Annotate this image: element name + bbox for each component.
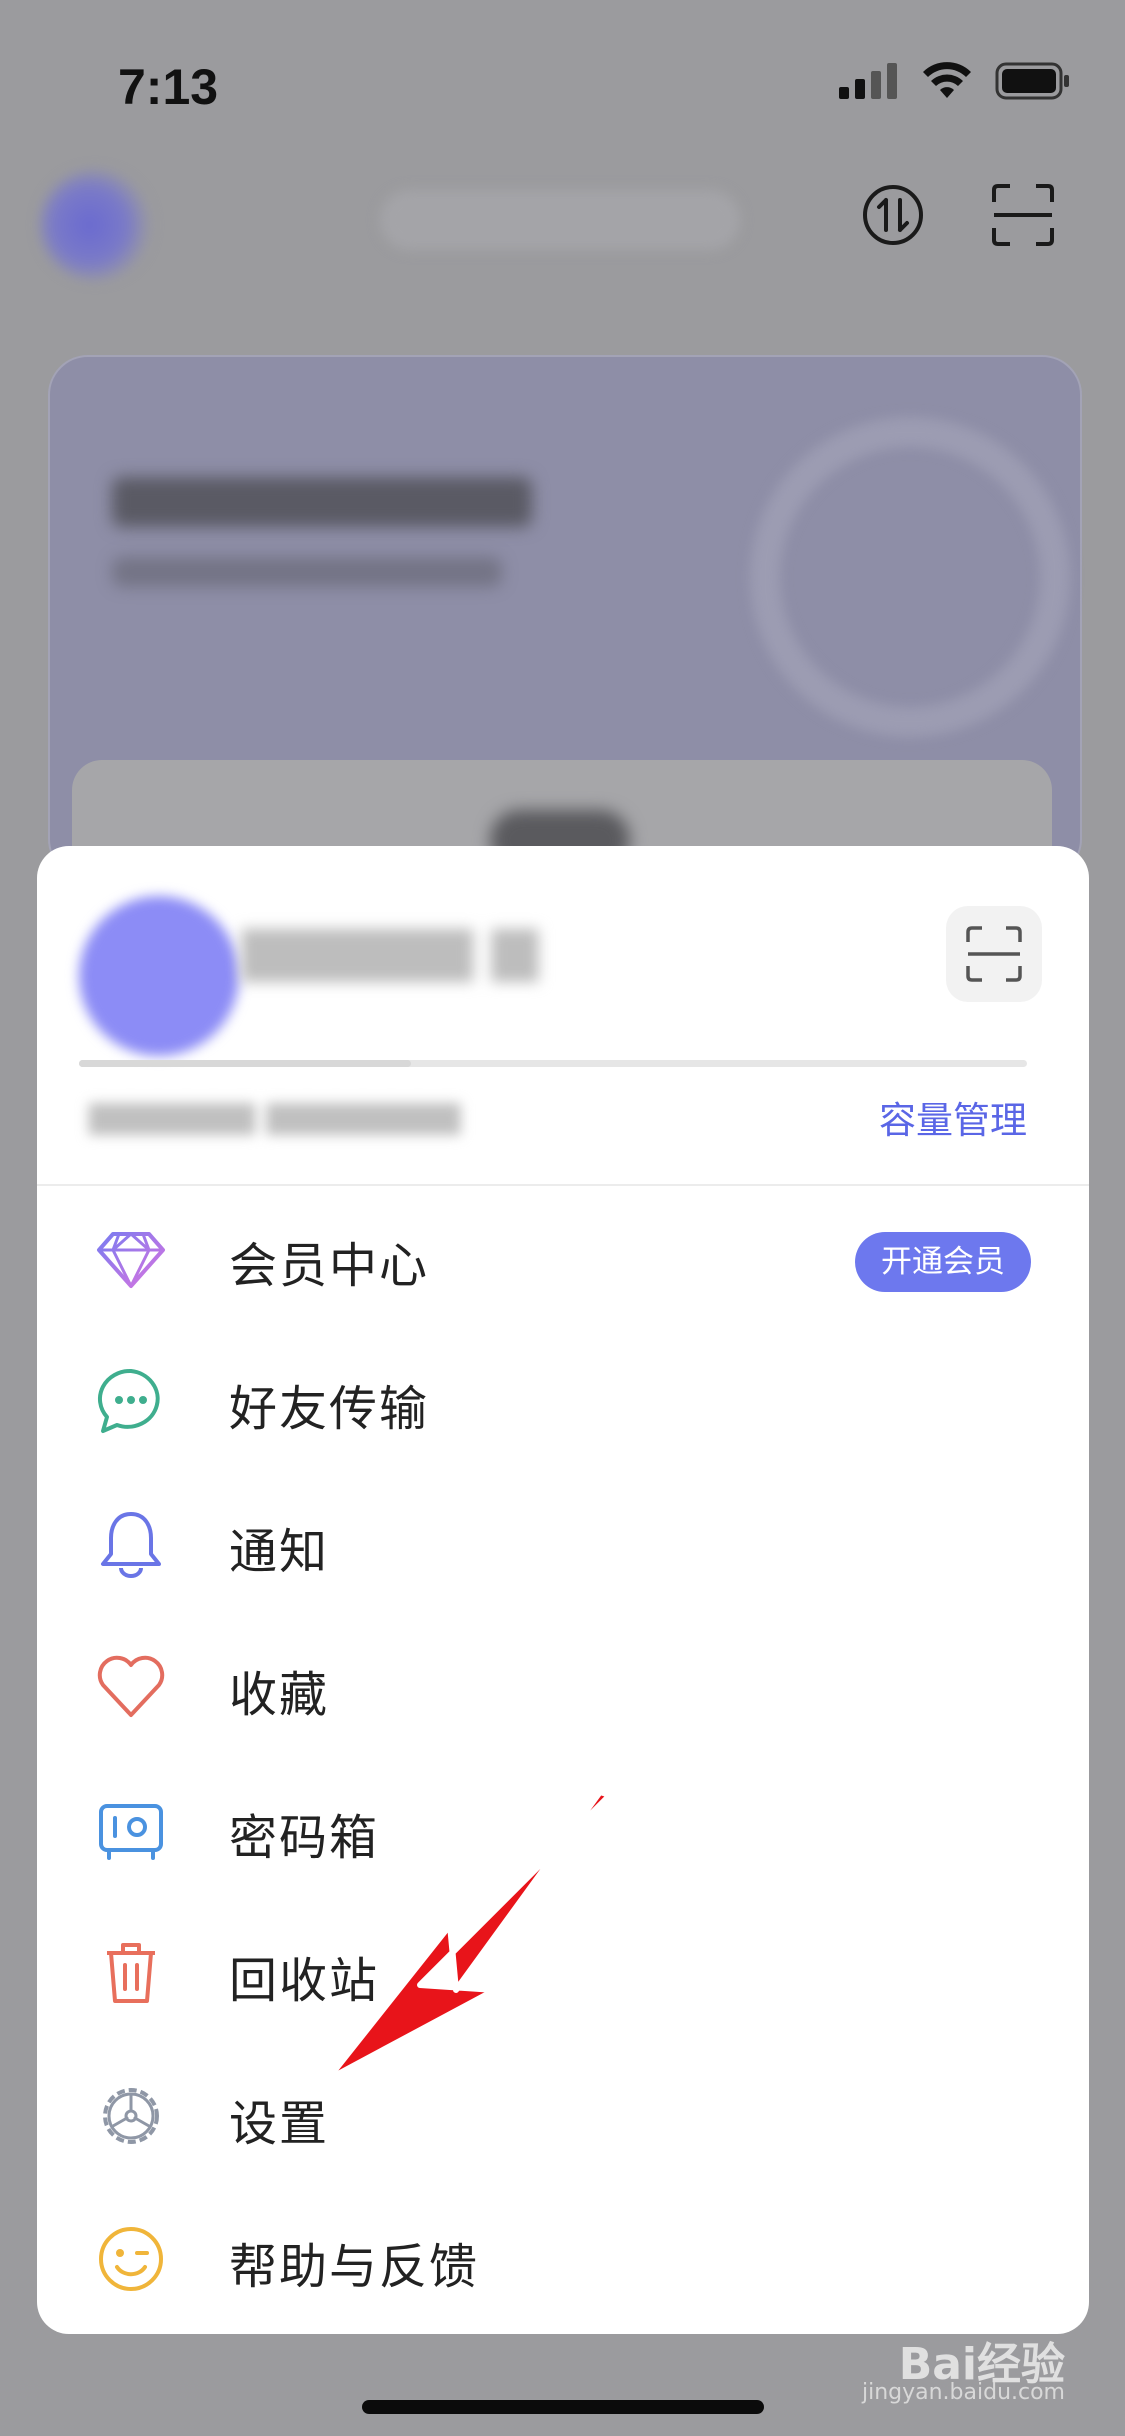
storage-progress-fill	[79, 1060, 411, 1067]
menu-item-help-feedback[interactable]: 帮助与反馈	[37, 2187, 1089, 2327]
menu-label: 收藏	[229, 1667, 330, 1723]
transfer-icon	[863, 185, 923, 245]
storage-usage-text-redacted: ▆▆▆▆▆▆ ▆▆▆▆▆▆▆	[89, 1094, 461, 1135]
bell-icon	[101, 1512, 161, 1578]
menu-item-settings[interactable]: 设置	[37, 2044, 1089, 2184]
battery-icon	[995, 62, 1069, 100]
trash-icon	[107, 1943, 155, 2003]
gear-icon	[103, 2088, 159, 2144]
scan-icon	[966, 926, 1022, 982]
avatar[interactable]	[79, 896, 239, 1056]
menu-label: 设置	[229, 2096, 330, 2152]
cellular-signal-icon	[839, 63, 897, 99]
scan-icon	[992, 184, 1054, 246]
safe-box-icon	[99, 1804, 163, 1860]
menu-item-friend-transfer[interactable]: 好友传输	[37, 1329, 1089, 1469]
menu-label: 回收站	[229, 1953, 380, 2009]
chat-bubble-icon	[97, 1368, 160, 1433]
watermark: Bai经验 jingyan.baidu.com	[862, 2328, 1065, 2405]
menu-label: 密码箱	[229, 1810, 380, 1866]
background-avatar	[40, 170, 150, 280]
menu-label: 通知	[229, 1524, 330, 1580]
background-search-bar	[380, 190, 740, 250]
menu-label: 会员中心	[229, 1238, 430, 1294]
storage-progress-bar	[79, 1060, 1027, 1067]
open-membership-button[interactable]: 开通会员	[855, 1232, 1031, 1292]
home-indicator[interactable]	[362, 2400, 764, 2414]
watermark-url: jingyan.baidu.com	[861, 2380, 1065, 2405]
menu-item-notifications[interactable]: 通知	[37, 1472, 1089, 1612]
status-time: 7:13	[118, 59, 219, 115]
diamond-icon	[97, 1232, 165, 1288]
account-menu-panel: ▆▆▆▆▆ ▆ ▆▆▆▆▆▆ ▆▆▆▆▆▆▆ 容量管理 会员中心 开通会员 好友…	[37, 846, 1089, 2334]
menu-item-vip-center[interactable]: 会员中心 开通会员	[37, 1186, 1089, 1326]
wifi-icon	[923, 62, 971, 98]
menu-label: 好友传输	[229, 1381, 430, 1437]
capacity-management-link[interactable]: 容量管理	[879, 1090, 1027, 1144]
menu-label: 帮助与反馈	[229, 2239, 480, 2295]
menu-item-password-box[interactable]: 密码箱	[37, 1758, 1089, 1898]
heart-icon	[97, 1655, 165, 1717]
menu-item-recycle-bin[interactable]: 回收站	[37, 1901, 1089, 2041]
scan-button[interactable]	[946, 906, 1042, 1002]
wink-smiley-icon	[99, 2227, 163, 2291]
menu-item-favorites[interactable]: 收藏	[37, 1615, 1089, 1755]
status-icons	[837, 62, 1071, 100]
profile-section: ▆▆▆▆▆ ▆ ▆▆▆▆▆▆ ▆▆▆▆▆▆▆ 容量管理	[37, 846, 1089, 1184]
status-bar: 7:13	[0, 0, 1125, 150]
profile-name-redacted: ▆▆▆▆▆ ▆	[242, 912, 538, 982]
